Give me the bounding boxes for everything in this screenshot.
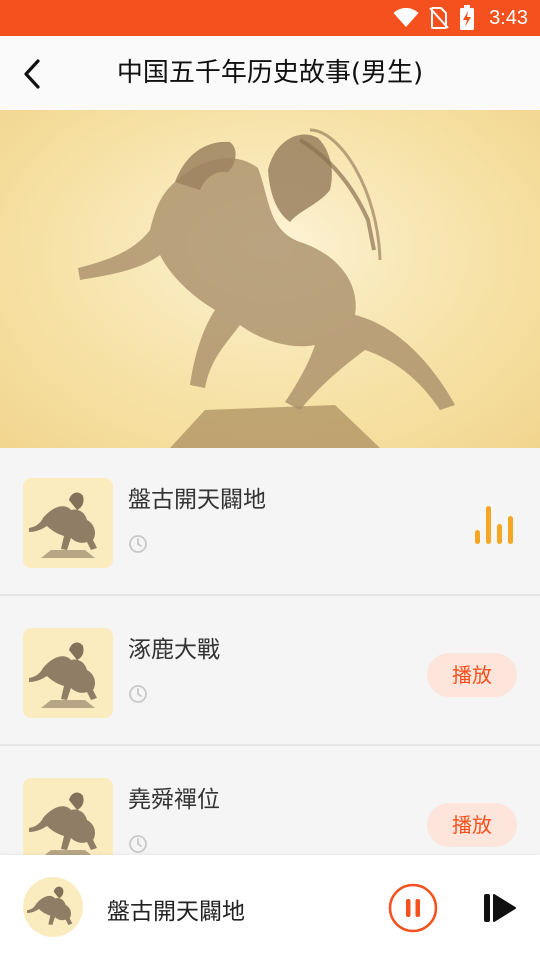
episode-title: 盤古開天闢地	[128, 487, 266, 513]
header: 中国五千年历史故事(男生)	[0, 36, 540, 110]
list-item[interactable]: 盤古開天闢地	[0, 448, 540, 596]
status-bar: 3:43	[0, 0, 540, 36]
pause-button[interactable]	[388, 883, 438, 933]
list-item[interactable]: 涿鹿大戰 播放	[0, 598, 540, 746]
status-time: 3:43	[489, 6, 528, 29]
banner-image	[0, 110, 540, 448]
pause-circle-icon	[388, 883, 438, 933]
now-playing-title: 盤古開天闢地	[107, 899, 245, 925]
clock-icon	[129, 835, 147, 853]
skip-next-icon	[484, 894, 516, 922]
wifi-icon	[393, 8, 419, 27]
clock-icon	[129, 535, 147, 553]
play-button[interactable]: 播放	[427, 653, 517, 697]
episode-list: 盤古開天闢地 涿鹿大戰 播放 堯舜禪位 播放	[0, 448, 540, 855]
battery-charging-icon	[460, 5, 475, 30]
no-sim-icon	[429, 7, 449, 29]
horseman-statue-image	[0, 110, 540, 448]
equalizer-icon	[475, 506, 513, 544]
player-thumbnail	[23, 877, 83, 937]
episode-thumbnail	[23, 628, 113, 718]
episode-thumbnail	[23, 478, 113, 568]
back-button[interactable]	[14, 54, 50, 94]
clock-icon	[129, 685, 147, 703]
episode-title: 堯舜禪位	[128, 787, 220, 813]
page-title: 中国五千年历史故事(男生)	[116, 58, 424, 88]
mini-player: 盤古開天闢地	[0, 855, 540, 960]
list-item[interactable]: 堯舜禪位 播放	[0, 748, 540, 855]
chevron-left-icon	[24, 59, 40, 89]
episode-title: 涿鹿大戰	[128, 637, 220, 663]
episode-thumbnail	[23, 778, 113, 855]
next-button[interactable]	[482, 892, 518, 924]
play-button[interactable]: 播放	[427, 803, 517, 847]
